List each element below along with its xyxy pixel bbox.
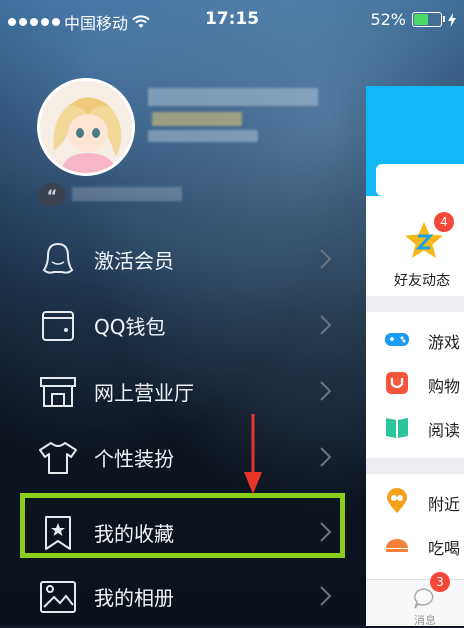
avatar[interactable] bbox=[37, 78, 135, 176]
menu-item-online-store[interactable]: 网上营业厅 bbox=[0, 357, 366, 423]
gamepad-icon bbox=[385, 333, 409, 346]
favorites-highlight-box bbox=[20, 493, 345, 558]
message-bubble-icon[interactable] bbox=[412, 586, 436, 610]
chevron-right-icon bbox=[320, 249, 332, 269]
nearby-list: 附近 吃喝 bbox=[366, 474, 464, 584]
menu-item-photo-album[interactable]: 我的相册 bbox=[0, 562, 366, 628]
battery-info: 52% bbox=[370, 10, 456, 29]
level-redacted bbox=[152, 112, 242, 126]
location-pin-icon bbox=[387, 488, 407, 513]
tshirt-icon bbox=[39, 442, 77, 474]
battery-percent: 52% bbox=[370, 10, 406, 29]
main-panel-peek[interactable]: 4 好友动态 游戏 购物 阅读 附近 吃喝 3 消息 bbox=[366, 86, 464, 628]
list-item-label: 阅读 bbox=[428, 421, 461, 440]
store-icon bbox=[40, 377, 76, 407]
list-item-reading[interactable]: 阅读 bbox=[366, 406, 464, 450]
menu-item-label: 个性装扮 bbox=[94, 447, 174, 471]
list-item-food[interactable]: 吃喝 bbox=[366, 524, 464, 568]
book-icon bbox=[386, 418, 408, 438]
menu-item-personalize[interactable]: 个性装扮 bbox=[0, 423, 366, 489]
battery-icon bbox=[412, 12, 445, 27]
wallet-icon bbox=[42, 311, 74, 341]
menu-item-activate-vip[interactable]: 激活会员 bbox=[0, 225, 366, 291]
red-arrow-annotation bbox=[244, 414, 262, 494]
menu-item-qq-wallet[interactable]: QQ钱包 bbox=[0, 291, 366, 357]
services-list: 游戏 购物 阅读 bbox=[366, 312, 464, 458]
menu-item-label: 网上营业厅 bbox=[94, 381, 194, 405]
message-badge: 3 bbox=[430, 572, 450, 592]
chevron-right-icon bbox=[320, 381, 332, 401]
list-item-shopping[interactable]: 购物 bbox=[366, 362, 464, 406]
search-input[interactable] bbox=[376, 164, 464, 196]
list-item-label: 购物 bbox=[428, 377, 461, 396]
feed-badge: 4 bbox=[434, 212, 454, 232]
shopping-bag-icon bbox=[386, 372, 408, 394]
avatar-icon bbox=[40, 81, 132, 173]
chevron-right-icon bbox=[320, 447, 332, 467]
friend-feed-entry[interactable]: 4 好友动态 bbox=[366, 196, 464, 296]
status-bar: 中国移动 17:15 52% bbox=[0, 0, 464, 40]
tab-message-label[interactable]: 消息 bbox=[414, 612, 436, 628]
food-icon bbox=[386, 539, 408, 552]
list-item-label: 游戏 bbox=[428, 333, 461, 352]
bottom-tabbar: 3 消息 bbox=[366, 572, 464, 628]
list-item-nearby[interactable]: 附近 bbox=[366, 480, 464, 524]
signature-redacted bbox=[72, 187, 182, 201]
chevron-right-icon bbox=[320, 586, 332, 606]
menu-item-label: QQ钱包 bbox=[94, 315, 166, 339]
charging-bolt-icon bbox=[448, 12, 456, 27]
feature-label: 好友动态 bbox=[394, 273, 450, 289]
list-item-label: 吃喝 bbox=[428, 539, 461, 558]
list-item-game[interactable]: 游戏 bbox=[366, 318, 464, 362]
penguin-icon bbox=[42, 242, 74, 274]
nickname-redacted bbox=[148, 88, 318, 106]
menu-item-label: 我的相册 bbox=[94, 586, 174, 610]
quote-icon: “ bbox=[38, 183, 66, 207]
chevron-right-icon bbox=[320, 315, 332, 335]
info-redacted bbox=[148, 130, 258, 142]
list-item-label: 附近 bbox=[428, 495, 461, 514]
photo-album-icon bbox=[40, 581, 76, 613]
menu-item-label: 激活会员 bbox=[94, 249, 174, 273]
